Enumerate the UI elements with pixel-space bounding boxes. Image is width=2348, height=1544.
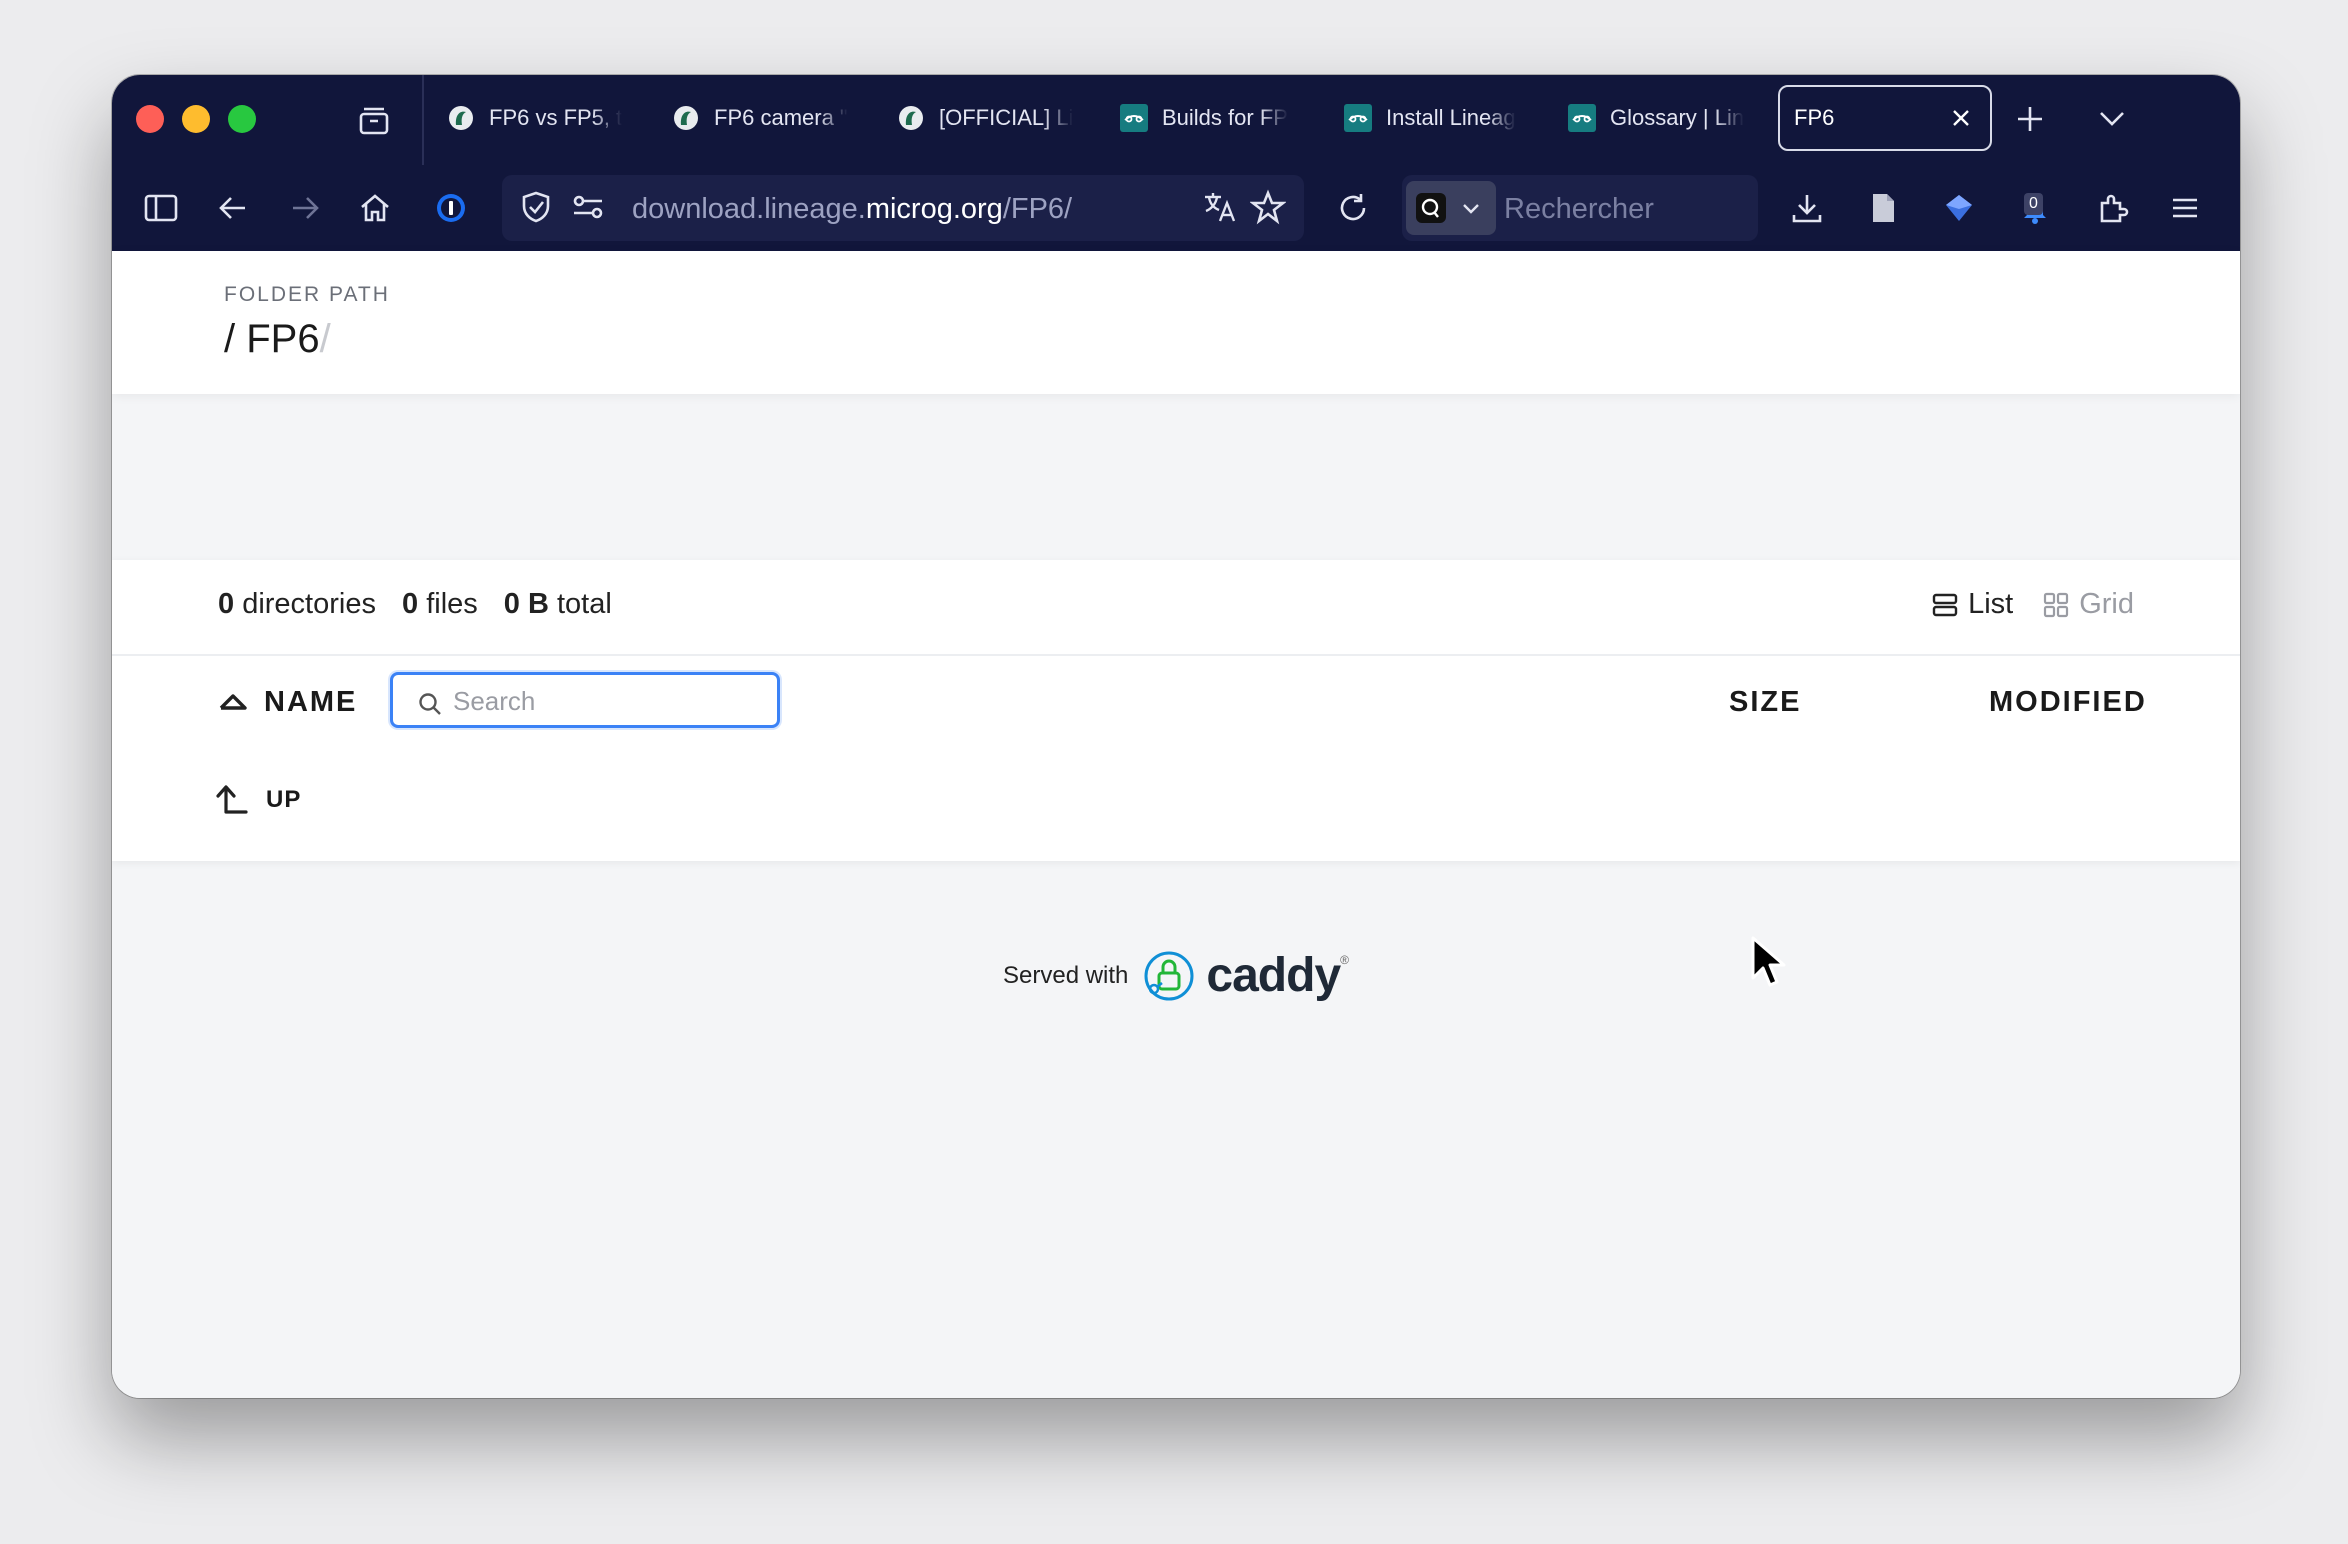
back-arrow-icon[interactable] — [214, 189, 252, 227]
tab-title: Glossary | Lin — [1610, 105, 1745, 130]
search-placeholder: Rechercher — [1504, 193, 1654, 225]
tab-official-lineage[interactable]: [OFFICIAL] Li — [897, 93, 1097, 143]
search-input[interactable] — [451, 683, 755, 719]
url-text[interactable]: download.lineage.microg.org/FP6/ — [632, 193, 1072, 226]
mouse-cursor-icon — [1750, 935, 1790, 991]
divider — [112, 654, 2240, 656]
fairphone-forum-icon — [672, 104, 700, 132]
grid-view-button[interactable]: Grid — [2043, 588, 2134, 621]
breadcrumb-folder-link[interactable]: FP6 — [246, 317, 319, 361]
chevron-down-icon — [1460, 197, 1484, 221]
search-engine-selector[interactable] — [1406, 181, 1496, 235]
parent-directory-link[interactable]: UP — [212, 778, 301, 822]
breadcrumb-trailing-separator: / — [319, 317, 331, 361]
window-maximize-button[interactable] — [228, 105, 256, 133]
tab-fp6-camera[interactable]: FP6 camera " — [672, 93, 872, 143]
sort-ascending-icon[interactable] — [216, 690, 250, 714]
lineageos-icon — [1568, 104, 1596, 132]
served-with-text: Served with — [1003, 962, 1129, 989]
lineageos-icon — [1344, 104, 1372, 132]
reader-view-icon[interactable] — [1864, 189, 1902, 227]
bookmark-star-icon[interactable] — [1249, 189, 1288, 227]
column-header-size[interactable]: SIZE — [1729, 686, 1801, 719]
password-manager-icon[interactable] — [432, 189, 470, 227]
list-view-label: List — [1968, 588, 2014, 620]
list-icon — [1932, 592, 1958, 618]
list-view-button[interactable]: List — [1932, 588, 2013, 621]
fairphone-forum-icon — [897, 104, 925, 132]
caddy-wordmark: caddy — [1206, 949, 1341, 1002]
url-host: microg.org — [865, 193, 1003, 225]
search-icon — [417, 691, 443, 717]
caddy-logo-link[interactable]: caddy ® — [1142, 949, 1349, 1003]
tab-title: FP6 vs FP5, t — [489, 105, 623, 130]
files-label: files — [426, 588, 478, 620]
hamburger-menu-icon[interactable] — [2166, 189, 2204, 227]
filter-search-box[interactable] — [390, 672, 780, 728]
reload-icon[interactable] — [1334, 189, 1372, 227]
tab-fp6-vs-fp5[interactable]: FP6 vs FP5, t — [447, 93, 647, 143]
folder-path-label: FOLDER PATH — [224, 283, 390, 306]
extension-shield-icon[interactable] — [1940, 189, 1978, 227]
lineageos-icon — [1120, 104, 1148, 132]
arrow-up-left-icon — [212, 780, 252, 820]
shield-icon[interactable] — [518, 189, 556, 227]
grid-view-label: Grid — [2079, 588, 2134, 620]
tab-title: Install Lineag — [1386, 105, 1516, 130]
page-header: FOLDER PATH / FP6/ — [112, 251, 2240, 394]
breadcrumb-root-link[interactable]: / — [224, 317, 235, 361]
tab-title: Builds for FP — [1162, 105, 1288, 130]
sidebar-icon[interactable] — [142, 189, 180, 227]
files-count: 0 — [401, 588, 419, 620]
chevron-down-icon[interactable] — [2094, 101, 2130, 137]
window-close-button[interactable] — [136, 105, 164, 133]
url-path: /FP6/ — [1002, 193, 1073, 225]
home-icon[interactable] — [356, 189, 394, 227]
navigation-toolbar: download.lineage.microg.org/FP6/ Recherc — [112, 165, 2240, 251]
column-header-name[interactable]: NAME — [264, 686, 357, 719]
total-label: total — [556, 588, 612, 620]
column-header-modified[interactable]: MODIFIED — [1989, 686, 2147, 719]
notification-badge: 0 — [2024, 193, 2043, 215]
listing-summary: 0 directories 0 files 0 B total — [218, 588, 612, 621]
translate-icon[interactable] — [1202, 189, 1240, 227]
url-bar[interactable]: download.lineage.microg.org/FP6/ — [502, 175, 1304, 241]
directories-label: directories — [242, 588, 376, 620]
search-bar[interactable]: Rechercher — [1402, 175, 1758, 241]
trademark-symbol: ® — [1340, 953, 1349, 967]
page-footer: Served with caddy ® — [112, 949, 2240, 1003]
tab-title: FP6 camera " — [714, 105, 848, 130]
tab-builds-for-fp[interactable]: Builds for FP — [1120, 93, 1320, 143]
breadcrumb: / FP6/ — [224, 317, 331, 362]
window-minimize-button[interactable] — [182, 105, 210, 133]
page-content: FOLDER PATH / FP6/ 0 directories 0 files 0… — [112, 251, 2240, 1398]
close-icon[interactable] — [1946, 103, 1976, 133]
up-label: UP — [266, 786, 302, 813]
extensions-puzzle-icon[interactable] — [2094, 189, 2132, 227]
total-size: 0 B — [503, 588, 549, 620]
grid-icon — [2043, 592, 2069, 618]
forward-arrow-icon[interactable] — [286, 189, 324, 227]
tab-fp6-active[interactable]: FP6 — [1778, 85, 1992, 151]
url-prefix: download.lineage. — [632, 193, 866, 225]
tab-separator — [422, 75, 424, 165]
qwant-icon — [1416, 193, 1446, 223]
view-toggle: List Grid — [1932, 588, 2134, 621]
directories-count: 0 — [218, 588, 235, 620]
new-tab-icon[interactable] — [2012, 101, 2048, 137]
tab-bar: FP6 vs FP5, t FP6 camera " [OFFICIAL] Li… — [112, 75, 2240, 165]
site-settings-icon[interactable] — [570, 189, 608, 227]
tab-overview-icon[interactable] — [357, 103, 391, 137]
caddy-logo-icon — [1142, 949, 1196, 1003]
tab-title: FP6 — [1794, 105, 1835, 130]
file-listing: 0 directories 0 files 0 B total List Grid — [112, 560, 2240, 861]
browser-window: FP6 vs FP5, t FP6 camera " [OFFICIAL] Li… — [112, 75, 2240, 1398]
tab-glossary-lineage[interactable]: Glossary | Lin — [1568, 93, 1768, 143]
tab-install-lineage[interactable]: Install Lineag — [1344, 93, 1544, 143]
tab-title: [OFFICIAL] Li — [939, 105, 1074, 130]
fairphone-forum-icon — [447, 104, 475, 132]
download-icon[interactable] — [1788, 189, 1826, 227]
